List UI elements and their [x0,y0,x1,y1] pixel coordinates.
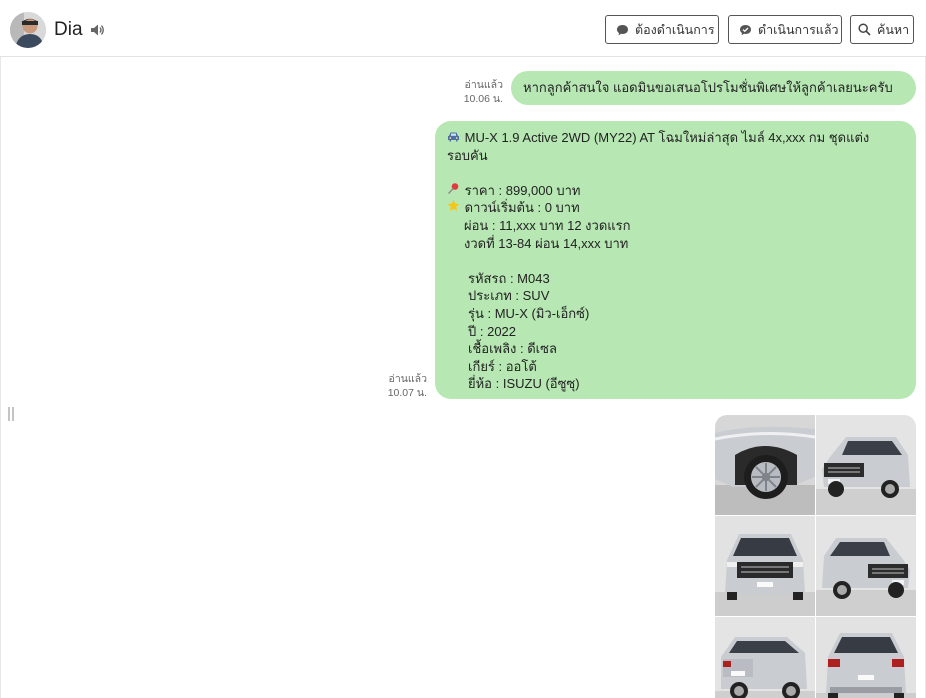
chat-header: Dia ต้องดำเนินการ ดำเนินการแล้ว ค้นหา [0,0,926,57]
message-text: หากลูกค้าสนใจ แอดมินขอเสนอโปรโมชั่นพิเศษ… [523,80,893,95]
search-button-label: ค้นหา [877,22,910,37]
car-listing-bubble[interactable]: MU-X 1.9 Active 2WD (MY22) AT โฉมใหม่ล่า… [435,121,916,399]
done-button-label: ดำเนินการแล้ว [758,22,839,37]
read-status: อ่านแล้ว [464,79,503,91]
spec-line: ประเภท : SUV [468,288,550,304]
todo-button-label: ต้องดำเนินการ [635,22,715,37]
search-icon [858,23,871,36]
car-photo[interactable] [816,617,916,698]
contact-avatar[interactable] [10,12,46,48]
listing-line [447,252,904,270]
search-button[interactable]: ค้นหา [850,15,914,44]
car-photo[interactable] [816,516,916,616]
price-line: ราคา : 899,000 บาท [447,182,904,200]
listing-line [447,164,904,182]
speaker-icon[interactable] [90,23,106,37]
done-button[interactable]: ดำเนินการแล้ว [728,15,842,44]
message-time: 10.07 น. [387,387,427,399]
spec-line: เกียร์ : ออโต้ [468,358,537,374]
chat-bubble-icon [617,24,628,35]
chat-area[interactable]: อ่านแล้ว 10.06 น. หากลูกค้าสนใจ แอดมินขอ… [0,57,926,698]
photo-gallery [715,415,916,698]
message-bubble[interactable]: หากลูกค้าสนใจ แอดมินขอเสนอโปรโมชั่นพิเศษ… [511,71,916,105]
down-payment-line: ดาวน์เริ่มต้น : 0 บาท [447,199,904,217]
read-status: อ่านแล้ว [388,373,427,385]
star-icon [447,199,461,218]
todo-button[interactable]: ต้องดำเนินการ [605,15,719,44]
message-time: 10.06 น. [463,93,503,105]
spec-line: รหัสรถ : M043 [468,270,550,286]
spec-line: รุ่น : MU-X (มิว-เอ็กซ์) [468,305,590,321]
contact-name: Dia [54,19,83,40]
car-photo[interactable] [816,415,916,515]
listing-line: รอบคัน [447,147,488,163]
pushpin-icon [447,182,461,201]
car-photo[interactable] [715,617,815,698]
car-photo[interactable] [715,415,815,515]
message-meta: อ่านแล้ว 10.06 น. [441,78,503,106]
spec-line: เชื้อเพลิง : ดีเซล [468,341,557,357]
car-photo[interactable] [715,516,815,616]
installment-line: งวดที่ 13-84 ผ่อน 14,xxx บาท [464,235,629,251]
car-icon [447,130,461,148]
resize-handle[interactable] [8,407,14,421]
message-meta: อ่านแล้ว 10.07 น. [363,372,427,400]
listing-title-line: MU-X 1.9 Active 2WD (MY22) AT โฉมใหม่ล่า… [447,129,904,147]
installment-line: ผ่อน : 11,xxx บาท 12 งวดแรก [464,217,631,233]
spec-line: ปี : 2022 [468,323,517,339]
spec-line: ยี่ห้อ : ISUZU (อีซูซุ) [468,376,580,392]
chat-check-icon [740,24,751,35]
